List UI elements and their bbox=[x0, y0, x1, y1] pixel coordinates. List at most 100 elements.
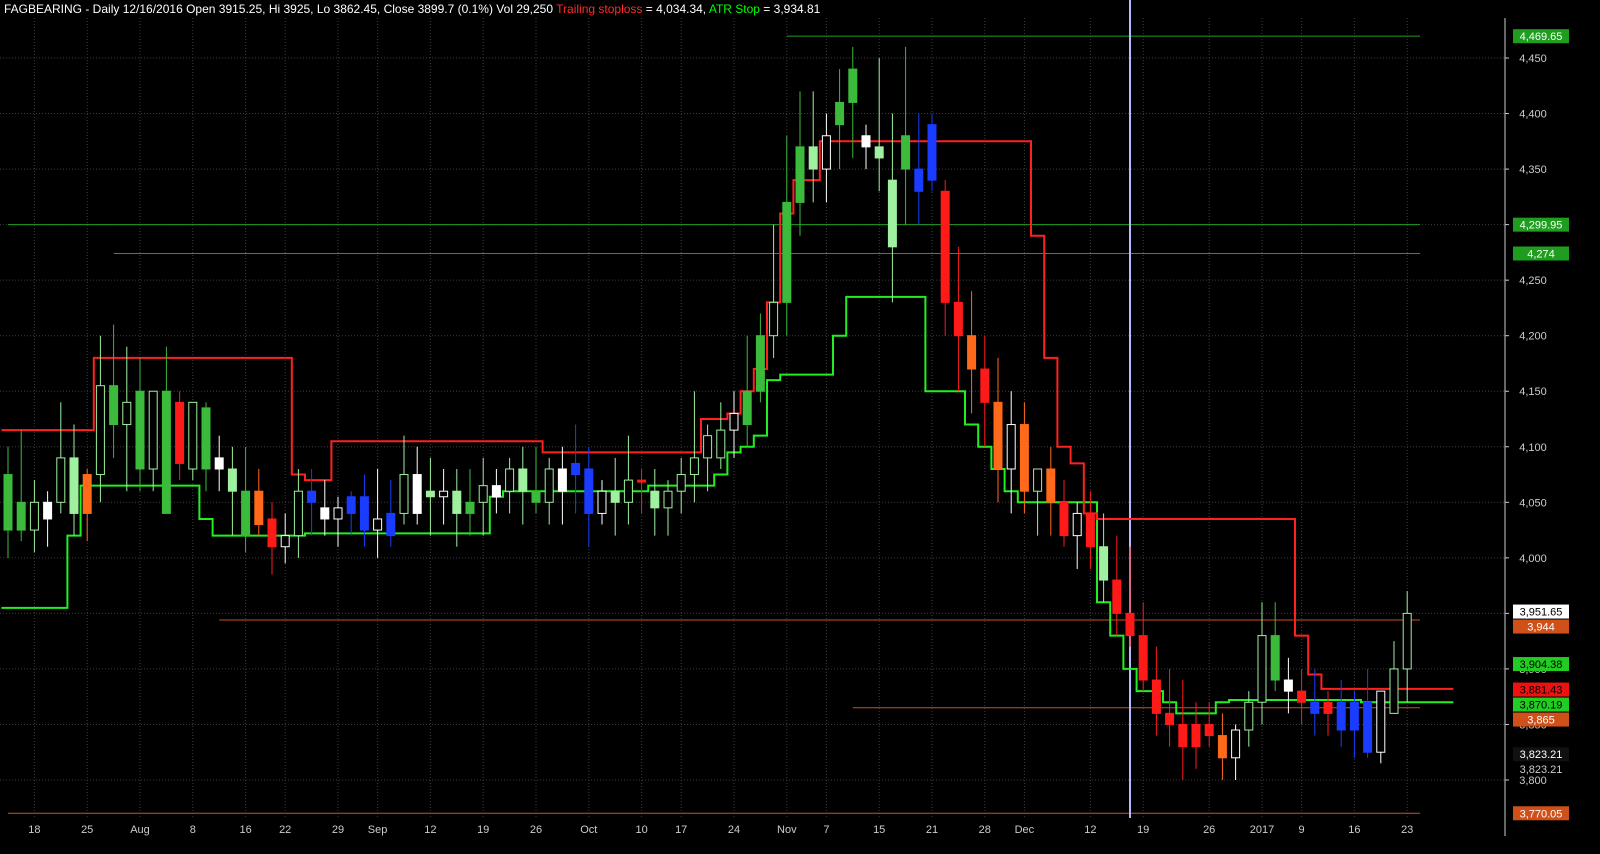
candle bbox=[597, 480, 607, 525]
candle-body bbox=[56, 457, 66, 503]
candle bbox=[557, 446, 567, 525]
candle-body bbox=[967, 335, 977, 370]
x-tick-label: 12 bbox=[1084, 824, 1096, 836]
candle-body bbox=[1402, 612, 1412, 670]
candle bbox=[835, 69, 845, 170]
candle bbox=[425, 457, 435, 536]
price-level-label: 4,469.65 bbox=[1513, 29, 1569, 44]
x-tick-label: 25 bbox=[81, 824, 93, 836]
candle-body bbox=[1019, 424, 1029, 492]
price-level-label-text: 3,823.21 bbox=[1520, 749, 1563, 761]
candle-body bbox=[1231, 729, 1241, 759]
candle-body bbox=[43, 501, 53, 520]
candle-body bbox=[689, 457, 699, 476]
candle-body bbox=[1178, 723, 1188, 748]
x-tick-label: 15 bbox=[873, 824, 885, 836]
candle-body bbox=[16, 501, 26, 531]
atr-stop-label: ATR Stop bbox=[708, 2, 760, 16]
candle-body bbox=[1085, 512, 1095, 548]
price-level-label-text: 4,469.65 bbox=[1520, 31, 1563, 43]
trailing-stoploss-line bbox=[1, 140, 1454, 690]
candle bbox=[953, 246, 963, 392]
candle-body bbox=[333, 507, 343, 520]
candle-body bbox=[808, 146, 818, 170]
candle bbox=[1217, 713, 1227, 780]
candle-body bbox=[597, 490, 607, 514]
candle bbox=[505, 457, 515, 514]
x-tick-label: 22 bbox=[279, 824, 291, 836]
candle bbox=[1178, 680, 1188, 780]
candle-body bbox=[82, 474, 92, 514]
candle bbox=[571, 424, 581, 514]
candle-body bbox=[1151, 679, 1161, 714]
candle bbox=[821, 113, 831, 203]
candle bbox=[1019, 402, 1029, 514]
candle bbox=[175, 391, 185, 481]
candle-body bbox=[122, 401, 132, 426]
candle bbox=[56, 402, 66, 514]
candle-body bbox=[623, 479, 633, 503]
x-tick-label: 23 bbox=[1401, 824, 1413, 836]
candle-body bbox=[69, 457, 79, 514]
candle bbox=[703, 424, 713, 492]
candle-body bbox=[1204, 723, 1214, 737]
candle bbox=[795, 91, 805, 236]
candle-body bbox=[821, 135, 831, 170]
x-tick-label: 29 bbox=[332, 824, 344, 836]
candle bbox=[1204, 702, 1214, 747]
candle bbox=[1151, 646, 1161, 736]
candle-body bbox=[557, 468, 567, 492]
candle-body bbox=[1072, 512, 1082, 537]
candle bbox=[386, 480, 396, 547]
candle bbox=[980, 335, 990, 447]
candle bbox=[307, 468, 317, 536]
candle bbox=[122, 346, 132, 492]
candle bbox=[1138, 602, 1148, 692]
price-level-label: 3,951.65 bbox=[1513, 604, 1569, 619]
candle bbox=[95, 335, 105, 503]
candle-body bbox=[993, 401, 1003, 470]
candle bbox=[1257, 602, 1267, 725]
price-level-label-text: 4,274 bbox=[1527, 248, 1555, 260]
candle-body bbox=[280, 535, 290, 548]
candle bbox=[161, 346, 171, 514]
chart-canvas[interactable]: 3,8003,8503,9003,9504,0004,0504,1004,150… bbox=[0, 0, 1600, 854]
candle-body bbox=[795, 146, 805, 203]
price-level-label: 3,944 bbox=[1513, 619, 1569, 634]
trailing-stop-label: Trailing stoploss bbox=[556, 2, 643, 16]
candle bbox=[3, 446, 13, 558]
candle bbox=[676, 457, 686, 514]
candle-body bbox=[1323, 701, 1333, 714]
candle bbox=[518, 446, 528, 525]
candle bbox=[254, 468, 264, 536]
x-tick-label: 26 bbox=[1203, 824, 1215, 836]
candle bbox=[1112, 535, 1122, 636]
candle-body bbox=[95, 385, 105, 476]
candle-body bbox=[953, 301, 963, 337]
x-tick-label: 21 bbox=[926, 824, 938, 836]
candle bbox=[901, 46, 911, 225]
price-chart[interactable]: 3,8003,8503,9003,9504,0004,0504,1004,150… bbox=[0, 0, 1600, 854]
x-tick-label: Oct bbox=[580, 824, 597, 836]
price-level-labels: 4,469.65 4,299.95 4,274 3,951.65 3,944 3,904.… bbox=[1513, 29, 1569, 821]
price-level-label-text: 3,944 bbox=[1527, 622, 1555, 634]
candle bbox=[491, 468, 501, 514]
candle-body bbox=[175, 401, 185, 464]
candle-body bbox=[214, 457, 224, 470]
candle-body bbox=[3, 474, 13, 531]
price-level-label-text: 3,870.19 bbox=[1520, 700, 1563, 712]
atr-stop-line bbox=[1, 295, 1454, 715]
candle bbox=[373, 468, 383, 558]
candle-body bbox=[1376, 690, 1386, 753]
candle-body bbox=[478, 485, 488, 503]
candle bbox=[650, 468, 660, 536]
grid-lines bbox=[0, 18, 1505, 818]
y-tick-label: 4,350 bbox=[1519, 164, 1547, 176]
candle bbox=[333, 496, 343, 547]
candle bbox=[1336, 680, 1346, 747]
candle-body bbox=[901, 135, 911, 170]
candle bbox=[755, 313, 765, 403]
price-level-label-text: 3,823.21 bbox=[1520, 764, 1563, 776]
price-level-label: 3,870.19 bbox=[1513, 697, 1569, 712]
x-tick-label: 12 bbox=[424, 824, 436, 836]
